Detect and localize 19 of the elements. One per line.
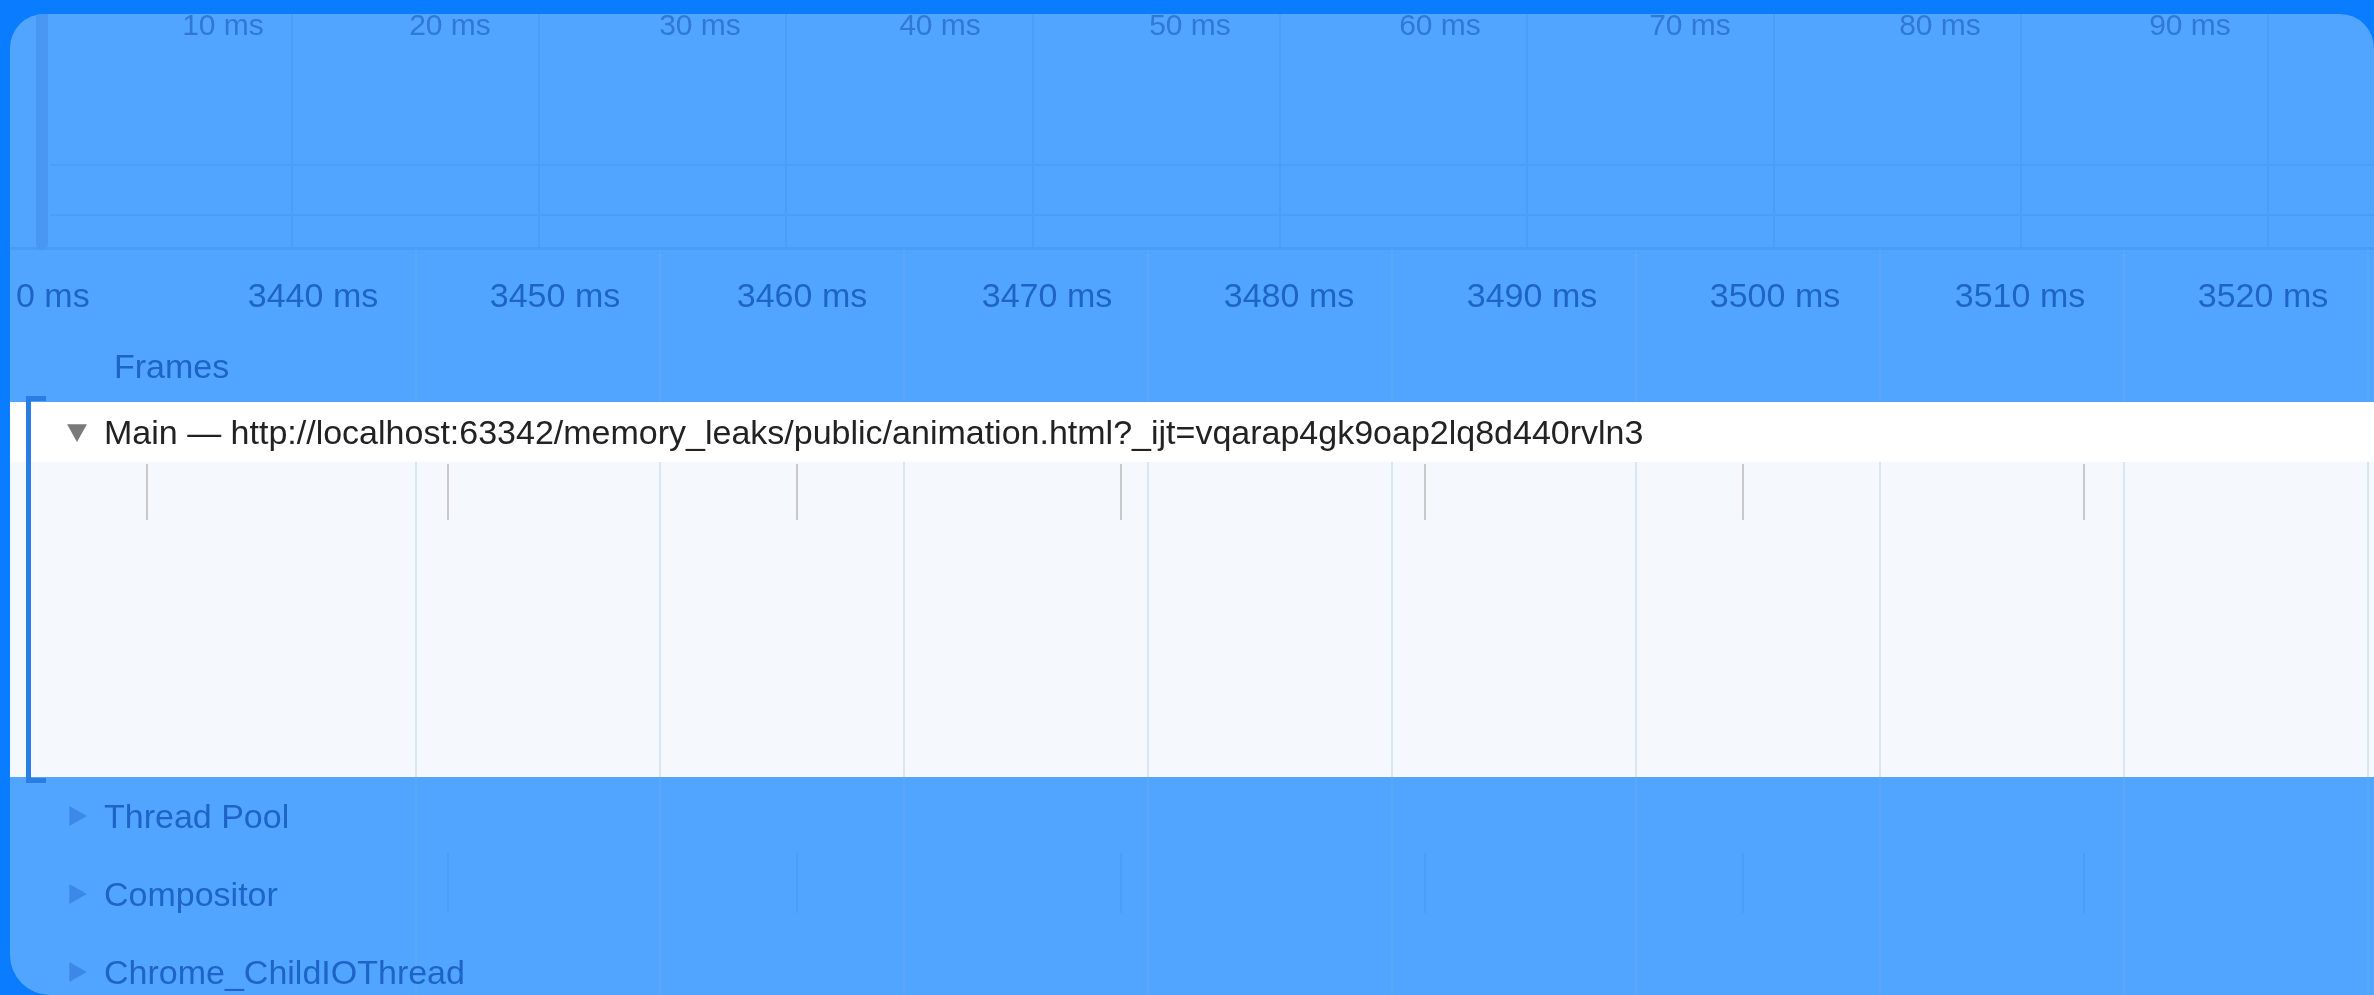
time-tick-label: 0 ms [16, 275, 90, 316]
expand-triangle-icon[interactable] [66, 961, 88, 983]
time-tick-label: 3510 ms [1954, 275, 2086, 316]
time-tick-label: 3450 ms [489, 275, 621, 316]
time-tick-label: 3500 ms [1709, 275, 1841, 316]
track-label[interactable]: Frames [114, 340, 230, 392]
time-tick-label: 3520 ms [2197, 275, 2329, 316]
collapse-triangle-icon[interactable] [66, 421, 88, 443]
time-tick-label: 3440 ms [247, 275, 379, 316]
range-handle[interactable] [36, 14, 48, 250]
expand-triangle-icon[interactable] [66, 805, 88, 827]
track-label[interactable]: Thread Pool [104, 790, 290, 842]
time-tick-label: 3470 ms [981, 275, 1113, 316]
time-tick-label: 3460 ms [736, 275, 868, 316]
track-label[interactable]: Chrome_ChildIOThread [104, 946, 465, 995]
expand-triangle-icon[interactable] [66, 883, 88, 905]
time-tick-label: 3490 ms [1466, 275, 1598, 316]
time-tick-label: 3480 ms [1223, 275, 1355, 316]
track-label[interactable]: Compositor [104, 868, 278, 920]
